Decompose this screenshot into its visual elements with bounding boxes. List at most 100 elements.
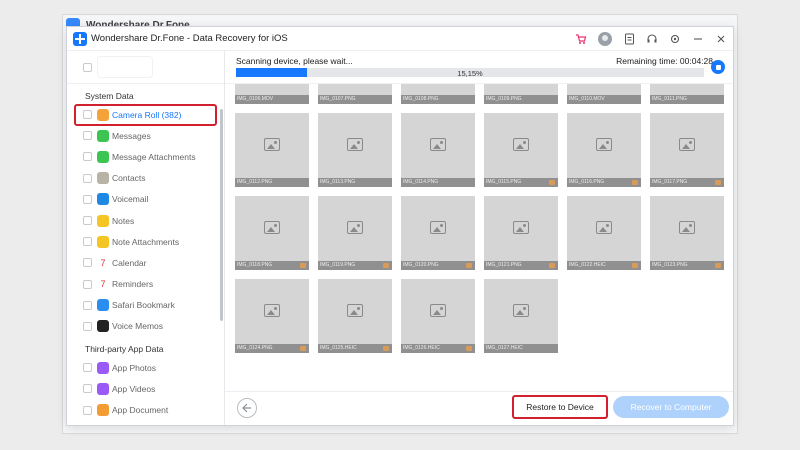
minimize-icon[interactable] — [692, 33, 704, 45]
photo-thumbnail[interactable]: IMG_0122.HEIC — [567, 196, 641, 270]
safari-icon — [97, 299, 109, 312]
sidebar-item[interactable]: Voice Memos — [67, 316, 224, 337]
sidebar-item[interactable]: 7 Reminders — [67, 274, 224, 295]
sidebar: System Data Camera Roll (382) Messages Mes… — [67, 51, 225, 425]
device-selector — [67, 51, 224, 84]
calendar-icon: 7 — [97, 256, 109, 269]
photo-thumbnail[interactable]: IMG_0109.PNG — [484, 84, 558, 104]
thumbnail-filename: IMG_0126.HEIC — [401, 344, 475, 353]
device-name-box — [98, 57, 152, 77]
sidebar-item-checkbox[interactable] — [83, 152, 92, 162]
document-icon[interactable] — [623, 33, 635, 45]
main-window: Wondershare Dr.Fone - Data Recovery for … — [66, 26, 734, 426]
thumbnail-filename: IMG_0107.PNG — [318, 95, 392, 104]
sidebar-item[interactable]: App Photos — [67, 357, 224, 378]
image-placeholder-icon — [347, 221, 363, 234]
sidebar-item[interactable]: Messages — [67, 125, 224, 146]
sidebar-item-label: Voice Memos — [112, 321, 164, 332]
thumbnail-filename: IMG_0108.PNG — [401, 95, 475, 104]
sidebar-item-checkbox[interactable] — [83, 279, 92, 289]
sidebar-item-label: Safari Bookmark — [112, 300, 175, 311]
thumbnail-filename: IMG_0112.PNG — [235, 178, 309, 187]
folder-tag-icon — [466, 346, 472, 351]
sidebar-item-label: App Document — [112, 405, 169, 416]
restore-to-device-button[interactable]: Restore to Device — [512, 395, 608, 419]
sidebar-item[interactable]: Safari Bookmark — [67, 295, 224, 316]
note-attachments-icon — [97, 235, 109, 248]
folder-tag-icon — [466, 263, 472, 268]
thumbnail-filename: IMG_0117.PNG — [650, 178, 724, 187]
thumbnail-filename: IMG_0127.HEIC — [484, 344, 558, 353]
photo-thumbnail[interactable]: IMG_0123.PNG — [650, 196, 724, 270]
photo-thumbnail[interactable]: IMG_0114.PNG — [401, 113, 475, 187]
footer-bar: Restore to Device Recover to Computer — [225, 391, 733, 425]
support-icon[interactable] — [646, 33, 658, 45]
image-placeholder-icon — [513, 221, 529, 234]
photo-thumbnail[interactable]: IMG_0116.PNG — [567, 113, 641, 187]
photo-thumbnail[interactable]: IMG_0119.PNG — [318, 196, 392, 270]
photo-thumbnail[interactable]: IMG_0113.PNG — [318, 113, 392, 187]
account-icon[interactable] — [598, 31, 612, 46]
sidebar-item-checkbox[interactable] — [83, 300, 92, 310]
sidebar-item[interactable]: App Videos — [67, 378, 224, 399]
thumbnail-filename: IMG_0109.PNG — [484, 95, 558, 104]
video-thumbnail[interactable]: IMG_0106.MOV — [235, 84, 309, 104]
photo-thumbnail[interactable]: IMG_0126.HEIC — [401, 279, 475, 353]
close-icon[interactable] — [715, 33, 727, 45]
photo-thumbnail[interactable]: IMG_0111.PNG — [650, 84, 724, 104]
image-placeholder-icon — [347, 138, 363, 151]
folder-tag-icon — [632, 180, 638, 185]
sidebar-item[interactable]: Contacts — [67, 168, 224, 189]
progress-bar: 15,15% — [236, 68, 704, 78]
sidebar-item-checkbox[interactable] — [83, 173, 92, 183]
back-button[interactable] — [237, 398, 257, 418]
sidebar-item[interactable]: Message Attachments — [67, 146, 224, 167]
image-placeholder-icon — [679, 221, 695, 234]
thumbnail-filename: IMG_0123.PNG — [650, 261, 724, 270]
thumbnail-filename: IMG_0122.HEIC — [567, 261, 641, 270]
folder-tag-icon — [300, 346, 306, 351]
thumbnail-filename: IMG_0111.PNG — [650, 95, 724, 104]
photo-thumbnail[interactable]: IMG_0112.PNG — [235, 113, 309, 187]
photo-thumbnail[interactable]: IMG_0115.PNG — [484, 113, 558, 187]
sidebar-item[interactable]: App Document — [67, 399, 224, 420]
sidebar-item-checkbox[interactable] — [83, 131, 92, 141]
sidebar-item-checkbox[interactable] — [83, 405, 92, 415]
sidebar-scrollbar[interactable] — [220, 109, 223, 321]
sidebar-item-checkbox[interactable] — [83, 216, 92, 226]
image-placeholder-icon — [596, 138, 612, 151]
sidebar-item-checkbox[interactable] — [83, 237, 92, 247]
video-thumbnail[interactable]: IMG_0110.MOV — [567, 84, 641, 104]
photo-thumbnail[interactable]: IMG_0107.PNG — [318, 84, 392, 104]
photo-thumbnail[interactable]: IMG_0120.PNG — [401, 196, 475, 270]
sidebar-item-checkbox[interactable] — [83, 384, 92, 394]
sidebar-item[interactable]: Notes — [67, 210, 224, 231]
settings-icon[interactable] — [669, 33, 681, 45]
sidebar-item-checkbox[interactable] — [83, 258, 92, 268]
sidebar-item[interactable]: Voicemail — [67, 189, 224, 210]
select-all-checkbox[interactable] — [83, 62, 92, 72]
photo-thumbnail[interactable]: IMG_0118.PNG — [235, 196, 309, 270]
voicemail-icon — [97, 193, 109, 206]
title-bar: Wondershare Dr.Fone - Data Recovery for … — [67, 27, 733, 51]
messages-icon — [97, 129, 109, 142]
contacts-icon — [97, 172, 109, 185]
photo-thumbnail[interactable]: IMG_0117.PNG — [650, 113, 724, 187]
cart-icon[interactable] — [575, 33, 587, 45]
recover-to-computer-button[interactable]: Recover to Computer — [613, 396, 729, 418]
photo-thumbnail[interactable]: IMG_0125.HEIC — [318, 279, 392, 353]
folder-tag-icon — [715, 263, 721, 268]
sidebar-item-checkbox[interactable] — [83, 194, 92, 204]
thumbnail-filename: IMG_0124.PNG — [235, 344, 309, 353]
photo-thumbnail[interactable]: IMG_0108.PNG — [401, 84, 475, 104]
photo-thumbnail[interactable]: IMG_0121.PNG — [484, 196, 558, 270]
photo-thumbnail[interactable]: IMG_0127.HEIC — [484, 279, 558, 353]
stop-scan-button[interactable] — [711, 60, 725, 74]
sidebar-item-checkbox[interactable] — [83, 321, 92, 331]
image-placeholder-icon — [596, 221, 612, 234]
sidebar-item[interactable]: 7 Calendar — [67, 252, 224, 273]
camera-roll-highlight — [74, 104, 217, 126]
photo-thumbnail[interactable]: IMG_0124.PNG — [235, 279, 309, 353]
sidebar-item-checkbox[interactable] — [83, 363, 92, 373]
sidebar-item[interactable]: Note Attachments — [67, 231, 224, 252]
